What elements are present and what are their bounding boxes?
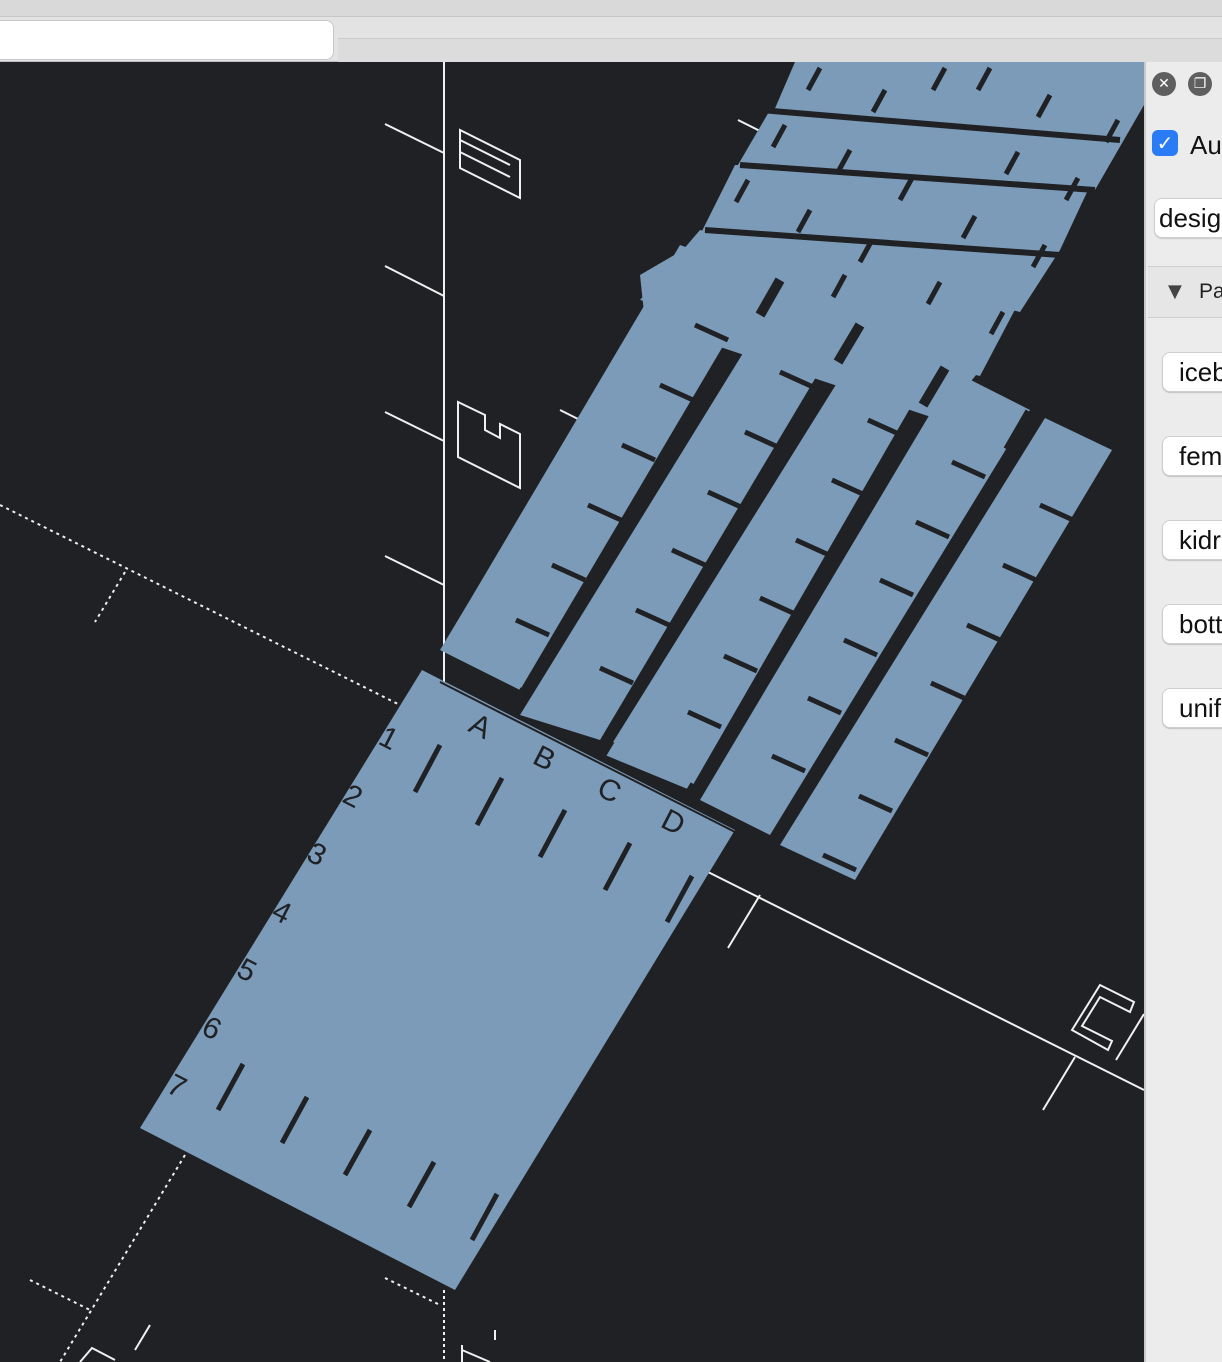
auto-preview-checkbox[interactable]: ✓ [1152, 130, 1178, 156]
preset-button[interactable]: kidr [1162, 520, 1222, 560]
parameters-section-header[interactable]: ▼ Pa [1148, 266, 1222, 318]
title-strip [0, 0, 1222, 17]
preset-button[interactable]: bott [1162, 604, 1222, 644]
top-toolbar [0, 0, 1222, 63]
close-icon[interactable]: ✕ [1152, 72, 1176, 96]
design-preset-select[interactable]: desig [1154, 198, 1222, 238]
model-render [0, 62, 1144, 1362]
tab-bar-background [338, 38, 1222, 63]
active-tab[interactable] [0, 20, 334, 60]
restore-icon[interactable]: ❐ [1188, 72, 1212, 96]
preset-button[interactable]: unif [1162, 688, 1222, 728]
auto-preview-row[interactable]: ✓ Aut [1150, 130, 1222, 160]
preset-button[interactable]: iceb [1162, 352, 1222, 392]
3d-viewport[interactable]: 1 2 3 4 5 6 7 A B C D [0, 62, 1144, 1362]
parameters-section-title: Pa [1199, 280, 1222, 303]
preset-button[interactable]: fem [1162, 436, 1222, 476]
auto-preview-label: Aut [1190, 130, 1222, 160]
expand-triangle-icon: ▼ [1168, 281, 1182, 302]
customizer-panel: ✕ ❐ ✓ Aut desig ▼ Pa iceb fem kidr bott … [1144, 62, 1222, 1362]
